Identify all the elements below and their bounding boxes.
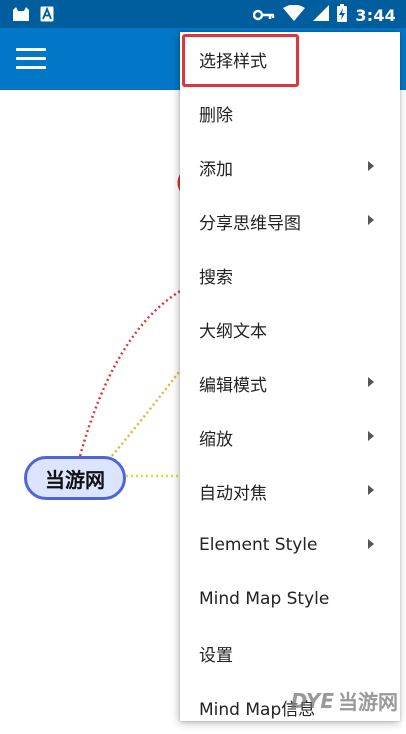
- submenu-arrow-icon: [368, 215, 374, 225]
- central-node[interactable]: 当游网: [24, 456, 126, 500]
- submenu-arrow-icon: [368, 161, 374, 171]
- menu-item-label: Element Style: [199, 535, 318, 555]
- watermark-text: 当游网: [338, 686, 398, 715]
- key-icon: [253, 6, 275, 25]
- menu-item-settings[interactable]: 设置: [180, 626, 400, 680]
- submenu-arrow-icon: [368, 485, 374, 495]
- menu-item-edit-mode[interactable]: 编辑模式: [180, 356, 400, 410]
- menu-item-label: Mind Map Style: [199, 589, 329, 609]
- submenu-arrow-icon: [368, 377, 374, 387]
- a-notification-icon: [40, 6, 54, 26]
- status-time: 3:44: [355, 6, 396, 25]
- menu-item-label: 分享思维导图: [199, 209, 301, 234]
- overflow-menu: 选择样式 删除 添加 分享思维导图 搜索 大纲文本 编辑模式 缩放 自动对焦 E…: [180, 32, 400, 721]
- menu-item-select-style[interactable]: 选择样式: [180, 32, 400, 86]
- menu-item-delete[interactable]: 删除: [180, 86, 400, 140]
- menu-item-outline-text[interactable]: 大纲文本: [180, 302, 400, 356]
- menu-item-element-style[interactable]: Element Style: [180, 518, 400, 572]
- status-bar: 3:44: [0, 0, 406, 28]
- submenu-arrow-icon: [368, 539, 374, 549]
- signal-icon: [313, 5, 329, 25]
- menu-item-label: 添加: [199, 155, 233, 180]
- menu-item-label: 搜索: [199, 263, 233, 288]
- branch-line-orange: [112, 368, 182, 456]
- menu-item-auto-focus[interactable]: 自动对焦: [180, 464, 400, 518]
- menu-item-zoom[interactable]: 缩放: [180, 410, 400, 464]
- wifi-icon: [283, 5, 305, 25]
- watermark-logo: DYE: [291, 689, 334, 713]
- cat-notification-icon: [12, 6, 30, 26]
- submenu-arrow-icon: [368, 431, 374, 441]
- menu-item-label: 删除: [199, 101, 233, 126]
- menu-item-add[interactable]: 添加: [180, 140, 400, 194]
- watermark: DYE 当游网: [291, 686, 398, 715]
- menu-item-label: 大纲文本: [199, 317, 267, 342]
- menu-item-label: 自动对焦: [199, 479, 267, 504]
- hamburger-icon[interactable]: [16, 48, 46, 70]
- menu-item-mind-map-style[interactable]: Mind Map Style: [180, 572, 400, 626]
- menu-item-label: 设置: [199, 641, 233, 666]
- menu-item-search[interactable]: 搜索: [180, 248, 400, 302]
- menu-item-label: 缩放: [199, 425, 233, 450]
- battery-charging-icon: [337, 4, 347, 26]
- menu-item-label: 编辑模式: [199, 371, 267, 396]
- menu-item-share-mind-map[interactable]: 分享思维导图: [180, 194, 400, 248]
- menu-item-label: 选择样式: [199, 47, 267, 72]
